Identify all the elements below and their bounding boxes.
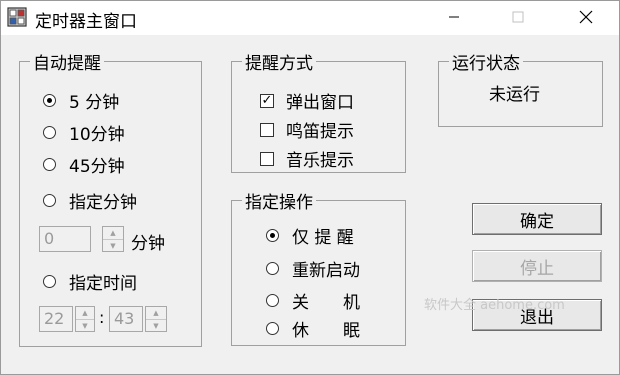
radio-custom-time[interactable]: 指定时间 — [43, 269, 137, 294]
spin-down-icon[interactable]: ▼ — [76, 320, 94, 332]
maximize-button[interactable] — [495, 1, 541, 33]
timer-main-window: 定时器主窗口 自动提醒 5 分钟 10分钟 45分钟 指定分钟 0 ▲ ▼ 分钟 — [0, 0, 620, 375]
radio-label: 45分钟 — [69, 157, 125, 177]
watermark: 软件大全 aehome.com — [424, 298, 565, 313]
radio-label: 重新启动 — [292, 261, 360, 281]
radio-10-min[interactable]: 10分钟 — [43, 120, 125, 145]
group-title: 指定操作 — [242, 188, 316, 213]
radio-label: 10分钟 — [69, 125, 125, 145]
close-icon — [579, 10, 593, 24]
custom-minutes-spinner[interactable]: ▲ ▼ — [102, 226, 124, 252]
checkbox-box-icon[interactable] — [260, 122, 274, 137]
radio-5-min[interactable]: 5 分钟 — [43, 88, 119, 113]
radio-45-min[interactable]: 45分钟 — [43, 152, 125, 177]
checkbox-box-icon[interactable] — [260, 151, 274, 166]
spin-up-icon[interactable]: ▲ — [146, 307, 166, 320]
ok-button[interactable]: 确定 — [472, 203, 602, 235]
radio-label: 指定时间 — [69, 274, 137, 294]
radio-label: 5 分钟 — [69, 93, 120, 113]
custom-minutes-input[interactable]: 0 — [39, 226, 91, 252]
checkmark-icon[interactable]: ✓ — [260, 93, 274, 108]
minute-spinner[interactable]: ▲ ▼ — [145, 306, 167, 332]
checkbox-beep-alert[interactable]: 鸣笛提示 — [260, 117, 354, 142]
time-separator: : — [99, 308, 105, 327]
maximize-icon — [512, 11, 524, 23]
group-title: 提醒方式 — [242, 49, 316, 74]
window-title: 定时器主窗口 — [35, 12, 137, 32]
spin-down-icon[interactable]: ▼ — [103, 240, 123, 252]
radio-label: 仅 提 醒 — [292, 228, 354, 248]
radio-sleep[interactable]: 休 眠 — [266, 316, 360, 341]
spin-up-icon[interactable]: ▲ — [103, 227, 123, 240]
radio-dot-icon[interactable] — [43, 126, 56, 139]
radio-custom-minutes[interactable]: 指定分钟 — [43, 188, 137, 213]
radio-label: 休 眠 — [292, 321, 360, 341]
minimize-button[interactable] — [431, 1, 477, 33]
radio-restart[interactable]: 重新启动 — [266, 256, 360, 281]
radio-dot-icon[interactable] — [43, 194, 56, 207]
radio-dot-icon[interactable] — [43, 158, 56, 171]
radio-dot-icon[interactable] — [266, 294, 279, 307]
run-status-group: 运行状态 未运行 — [438, 49, 603, 127]
spin-down-icon[interactable]: ▼ — [146, 320, 166, 332]
stop-button[interactable]: 停止 — [472, 250, 602, 282]
close-button[interactable] — [563, 1, 609, 33]
checkbox-label: 鸣笛提示 — [286, 122, 354, 142]
group-title: 自动提醒 — [30, 49, 104, 74]
radio-label: 指定分钟 — [69, 193, 137, 213]
radio-dot-icon[interactable] — [266, 229, 279, 242]
checkbox-popup-window[interactable]: ✓ 弹出窗口 — [260, 88, 354, 113]
radio-dot-icon[interactable] — [43, 94, 56, 107]
hour-spinner[interactable]: ▲ ▼ — [75, 306, 95, 332]
status-value: 未运行 — [489, 85, 540, 105]
radio-dot-icon[interactable] — [266, 322, 279, 335]
checkbox-music-alert[interactable]: 音乐提示 — [260, 146, 354, 171]
minimize-icon — [449, 16, 459, 18]
minute-input[interactable]: 43 — [109, 306, 143, 332]
minutes-unit-label: 分钟 — [131, 234, 165, 254]
radio-dot-icon[interactable] — [43, 275, 56, 288]
checkbox-label: 弹出窗口 — [286, 93, 354, 113]
radio-label: 关 机 — [292, 293, 360, 313]
group-title: 运行状态 — [449, 49, 523, 74]
radio-dot-icon[interactable] — [266, 262, 279, 275]
radio-shutdown[interactable]: 关 机 — [266, 288, 360, 313]
app-icon — [7, 7, 27, 27]
checkbox-label: 音乐提示 — [286, 151, 354, 171]
radio-remind-only[interactable]: 仅 提 醒 — [266, 223, 354, 248]
spin-up-icon[interactable]: ▲ — [76, 307, 94, 320]
title-bar[interactable]: 定时器主窗口 — [1, 1, 619, 35]
hour-input[interactable]: 22 — [39, 306, 73, 332]
